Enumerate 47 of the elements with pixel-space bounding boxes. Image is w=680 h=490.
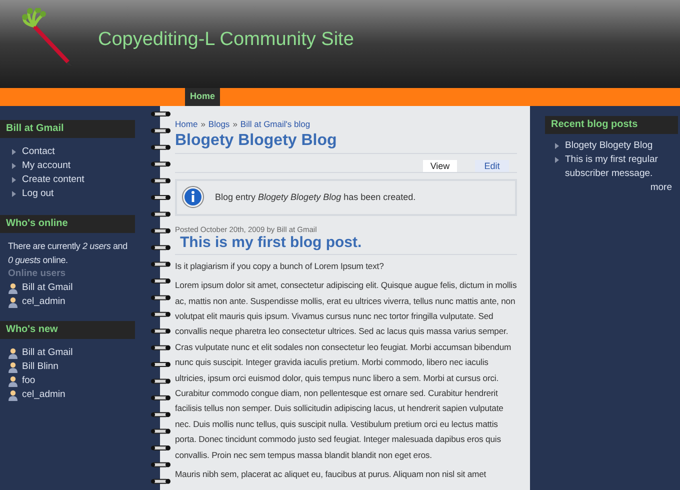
post-paragraph: Lorem ipsum dolor sit amet, consectetur adipiscing elit. Quisque augue felis, dictum in mollis ac, mattis non ante. Suspendisse mollis, erat eu ultrices viverra, tellus nunc mattis ante, non volutpat elit mauris quis ipsum. Vivamus cursus nunc nec tortor fringilla vulputate. Sed convallis neque pharetra leo consectetur ultrices. Sed ac lacus quis massa varius semper. Cras vulputate nunc et elit sodales non consectetur leo feugiat. Morbi accumsan bibendum nunc quis suscipit. Integer gravida iaculis pretium. Morbi commodo, libero nec iaculis ultricies, ipsum orci euismod dolor, quis tempus nunc libero a sem. Morbi at cursus orci. Curabitur commodo congue diam, non pellentesque est ornare sed. Curabitur hendrerit facilisis tellus non semper. Duis sollicitudin adipiscing lacus, ut hendrerit sapien vulputate nec. Duis mollis nunc tellus, quis suscipit nulla. Vestibulum pretium orci eu lectus mattis porta. Donec tincidunt commodo justo sed feugiat. Integer malesuada dapibus eros quis convallis. Proin nec sem tempus massa blandit blandit non eget eros. [175, 279, 517, 462]
info-icon [182, 186, 204, 208]
page-tab[interactable]: Edit [475, 160, 509, 172]
user-icon [8, 390, 18, 400]
online-count-text: There are currently 2 users and 0 guests online. [8, 240, 128, 267]
user-icon [8, 376, 18, 386]
user-link[interactable]: cel_admin [22, 388, 66, 402]
user-icon [8, 362, 18, 372]
user-icon [8, 348, 18, 358]
post-paragraph: Is it plagiarism if you copy a bunch of Lorem Ipsum text? [175, 260, 385, 273]
more-link[interactable]: more [650, 181, 672, 195]
user-link[interactable]: Bill at Gmail [22, 346, 73, 360]
block-heading: Who's online [0, 215, 135, 233]
breadcrumb-separator: » [232, 118, 238, 131]
user-link[interactable]: foo [22, 374, 36, 388]
bullet-arrow-icon [555, 157, 559, 163]
user-link[interactable]: Bill Blinn [22, 360, 58, 374]
recent-post-link[interactable]: Blogety Blogety Blog [565, 139, 653, 153]
user-link[interactable]: cel_admin [22, 294, 66, 310]
block-heading: Bill at Gmail [0, 120, 135, 138]
user-icon [8, 282, 18, 294]
bullet-arrow-icon [12, 149, 16, 155]
menu-link[interactable]: Create content [22, 172, 84, 188]
user-icon [8, 296, 18, 308]
site-title[interactable]: Copyediting-L Community Site [98, 26, 354, 54]
recent-post-link[interactable]: This is my first regular subscriber message. [565, 153, 672, 181]
bullet-arrow-icon [555, 143, 559, 149]
breadcrumb-link[interactable]: Blogs [208, 118, 230, 131]
post-paragraph: Mauris nibh sem, placerat ac aliquet eu, faucibus at purus. Aliquam non nisl sit amet [175, 468, 488, 482]
menu-link[interactable]: Contact [22, 144, 55, 160]
bullet-arrow-icon [12, 163, 16, 169]
menu-link[interactable]: My account [22, 158, 71, 174]
page-title: Blogety Blogety Blog [175, 130, 517, 154]
bullet-arrow-icon [12, 191, 16, 197]
online-users-label: Online users [8, 267, 67, 281]
block-heading: Recent blog posts [545, 116, 678, 134]
breadcrumb-link[interactable]: Home [175, 118, 198, 131]
breadcrumb-link[interactable]: Bill at Gmail's blog [240, 118, 310, 131]
post-title[interactable]: This is my first blog post. [175, 234, 517, 255]
page-tab[interactable]: View [423, 160, 457, 172]
message-text: Blog entry Blogety Blogety Blog has been created. [215, 190, 416, 204]
breadcrumb-separator: » [200, 118, 206, 131]
menu-link[interactable]: Log out [22, 186, 54, 202]
block-heading: Who's new [0, 321, 135, 339]
user-link[interactable]: Bill at Gmail [22, 280, 73, 296]
nav-tab[interactable]: Home [185, 88, 220, 106]
bullet-arrow-icon [12, 177, 16, 183]
